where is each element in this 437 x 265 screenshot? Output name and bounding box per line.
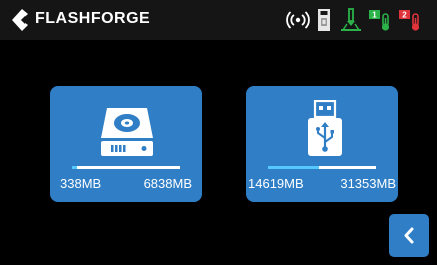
extruder2-temp-icon: 2 — [399, 10, 420, 31]
usb-used-size: 14619MB — [248, 176, 304, 191]
internal-used-size: 338MB — [60, 176, 102, 191]
usb-drive-icon — [308, 100, 342, 156]
internal-total-size: 6838MB — [143, 176, 192, 191]
internal-capacity-bar — [72, 166, 180, 169]
flashforge-logo-icon — [12, 9, 28, 31]
hard-drive-icon — [101, 108, 153, 156]
internal-storage-button[interactable]: 338MB 6838MB — [50, 86, 202, 202]
top-status-bar: FLASHFORGE 1 2 — [0, 0, 437, 40]
wifi-icon — [286, 11, 310, 29]
usb-capacity-fill — [268, 166, 319, 169]
nozzle-temp-icon — [341, 8, 361, 31]
usb-capacity-bar — [268, 166, 376, 169]
sd-card-icon — [318, 9, 330, 31]
usb-total-size: 31353MB — [340, 176, 396, 191]
back-button[interactable] — [389, 214, 429, 257]
chevron-left-icon — [404, 227, 414, 244]
usb-storage-button[interactable]: 14619MB 31353MB — [246, 86, 398, 202]
extruder1-temp-icon: 1 — [369, 10, 390, 31]
svg-text:1: 1 — [372, 11, 377, 20]
svg-text:2: 2 — [402, 11, 407, 20]
internal-capacity-fill — [72, 166, 78, 169]
brand-name: FLASHFORGE — [35, 10, 151, 27]
